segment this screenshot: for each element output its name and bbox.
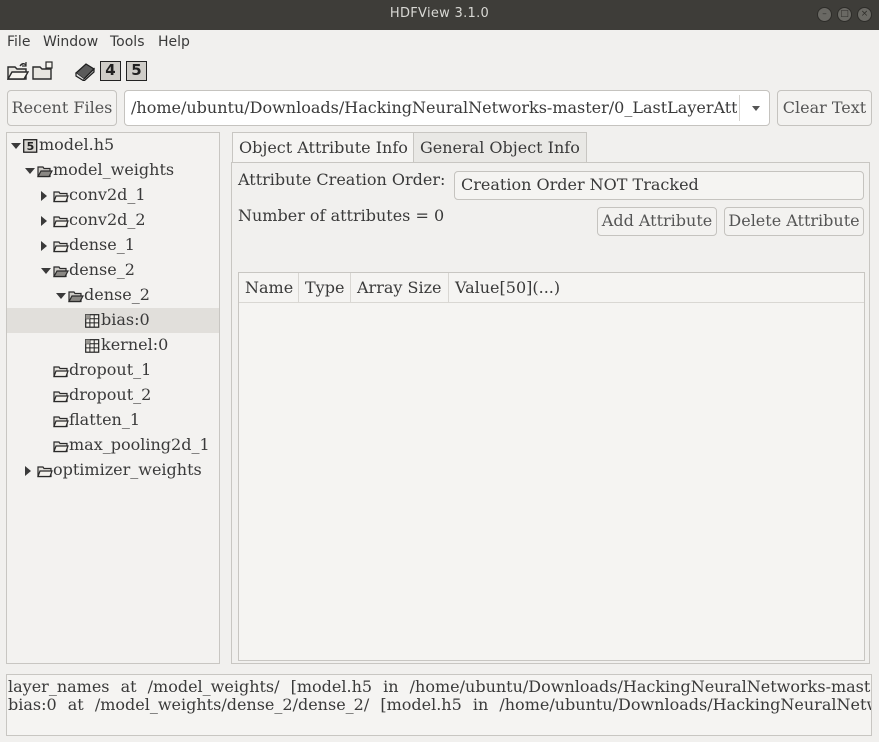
folder-open-icon: [52, 263, 70, 278]
tree-node[interactable]: dense_1: [7, 233, 219, 258]
tree-node[interactable]: flatten_1: [7, 408, 219, 433]
column-header-type[interactable]: Type: [299, 273, 351, 303]
title-bar: HDFView 3.1.0 – □ ×: [0, 0, 879, 30]
expander-expanded-icon[interactable]: [25, 168, 35, 174]
attribute-count-label: Number of attributes = 0: [238, 206, 445, 225]
menu-tools[interactable]: Tools: [110, 34, 145, 50]
tree-node-label: kernel:0: [101, 335, 169, 354]
folder-icon: [53, 363, 69, 378]
file-path-input[interactable]: /home/ubuntu/Downloads/HackingNeuralNetw…: [131, 91, 737, 125]
add-attribute-button[interactable]: Add Attribute: [597, 207, 717, 236]
tree-node-label: dense_2: [69, 260, 135, 279]
tree-node[interactable]: 5 model.h5: [7, 133, 219, 158]
status-line: layer_names at /model_weights/ [model.h5…: [8, 677, 871, 696]
tree-node[interactable]: dropout_1: [7, 358, 219, 383]
tree-node-label: bias:0: [101, 310, 150, 329]
tab-object-attribute-info[interactable]: Object Attribute Info: [232, 132, 415, 163]
expander-collapsed-icon[interactable]: [25, 466, 31, 476]
window-title: HDFView 3.1.0: [389, 6, 490, 21]
tree-node[interactable]: kernel:0: [7, 333, 219, 358]
status-log[interactable]: layer_names at /model_weights/ [model.h5…: [6, 674, 872, 736]
menu-file[interactable]: File: [7, 34, 30, 50]
tree-node-label: optimizer_weights: [53, 460, 202, 479]
folder-icon: [37, 463, 53, 478]
recent-files-button[interactable]: Recent Files: [7, 90, 117, 126]
menu-window[interactable]: Window: [43, 34, 98, 50]
file-tree[interactable]: 5 model.h5 model_weights conv2d_1 conv2d_2de…: [6, 132, 220, 664]
object-info-panel: Object Attribute Info General Object Inf…: [229, 132, 872, 664]
maximize-icon[interactable]: □: [837, 7, 852, 22]
creation-order-field: Creation Order NOT Tracked: [454, 171, 864, 200]
menu-help[interactable]: Help: [158, 34, 190, 50]
folder-icon: [53, 388, 69, 403]
tree-node[interactable]: dense_2: [7, 258, 219, 283]
close-file-icon[interactable]: [32, 61, 54, 81]
tree-node[interactable]: conv2d_2: [7, 208, 219, 233]
tree-node-label: dropout_1: [69, 360, 152, 379]
tree-node[interactable]: conv2d_1: [7, 183, 219, 208]
toolbar: 4 5: [0, 56, 879, 88]
tree-node-label: max_pooling2d_1: [69, 435, 210, 454]
expander-collapsed-icon[interactable]: [41, 216, 47, 226]
folder-icon: [53, 438, 69, 453]
tree-node[interactable]: dense_2: [7, 283, 219, 308]
hdf5-file-icon: 5: [23, 138, 38, 153]
delete-attribute-button[interactable]: Delete Attribute: [724, 207, 864, 236]
tree-node-label: conv2d_2: [69, 210, 146, 229]
column-header-value[interactable]: Value[50](...): [449, 273, 864, 303]
status-line: bias:0 at /model_weights/dense_2/dense_2…: [8, 695, 871, 714]
tree-node-label: flatten_1: [69, 410, 141, 429]
svg-text:5: 5: [27, 140, 35, 153]
tree-node[interactable]: optimizer_weights: [7, 458, 219, 483]
dataset-icon: [85, 338, 100, 353]
creation-order-label: Attribute Creation Order:: [238, 170, 446, 189]
menu-bar: File Window Tools Help: [0, 30, 879, 54]
tree-node[interactable]: model_weights: [7, 158, 219, 183]
expander-expanded-icon[interactable]: [41, 268, 51, 274]
folder-icon: [53, 238, 69, 253]
file-path-combobox[interactable]: /home/ubuntu/Downloads/HackingNeuralNetw…: [124, 90, 770, 126]
folder-open-icon: [36, 163, 54, 178]
tree-node-label: conv2d_1: [69, 185, 146, 204]
expander-collapsed-icon[interactable]: [41, 241, 47, 251]
tree-node[interactable]: max_pooling2d_1: [7, 433, 219, 458]
tree-node-label: dense_2: [84, 285, 150, 304]
folder-icon: [53, 413, 69, 428]
folder-open-icon: [67, 288, 85, 303]
expander-collapsed-icon[interactable]: [41, 191, 47, 201]
tree-node[interactable]: bias:0: [7, 308, 219, 333]
tab-general-object-info[interactable]: General Object Info: [413, 132, 587, 162]
tree-node-label: model.h5: [39, 135, 115, 154]
tree-node-label: dense_1: [69, 235, 135, 254]
tree-node-label: dropout_2: [69, 385, 152, 404]
open-file-icon[interactable]: [7, 61, 29, 81]
minimize-icon[interactable]: –: [817, 7, 832, 22]
chevron-down-icon[interactable]: [752, 106, 760, 111]
dataset-icon: [85, 313, 100, 328]
tree-node-label: model_weights: [53, 160, 175, 179]
folder-icon: [53, 213, 69, 228]
help-book-icon[interactable]: [74, 61, 96, 81]
hdf4-library-icon[interactable]: 4: [100, 61, 121, 81]
combobox-divider: [739, 95, 740, 121]
column-header-array-size[interactable]: Array Size: [351, 273, 449, 303]
attribute-table[interactable]: Name Type Array Size Value[50](...): [238, 272, 865, 661]
attribute-tab-content: Attribute Creation Order: Creation Order…: [231, 162, 870, 664]
hdf5-library-icon[interactable]: 5: [126, 61, 147, 81]
clear-text-button[interactable]: Clear Text: [777, 90, 872, 126]
expander-expanded-icon[interactable]: [56, 293, 66, 299]
close-icon[interactable]: ×: [857, 7, 872, 22]
column-header-name[interactable]: Name: [239, 273, 299, 303]
folder-icon: [53, 188, 69, 203]
expander-expanded-icon[interactable]: [11, 143, 21, 149]
tree-node[interactable]: dropout_2: [7, 383, 219, 408]
